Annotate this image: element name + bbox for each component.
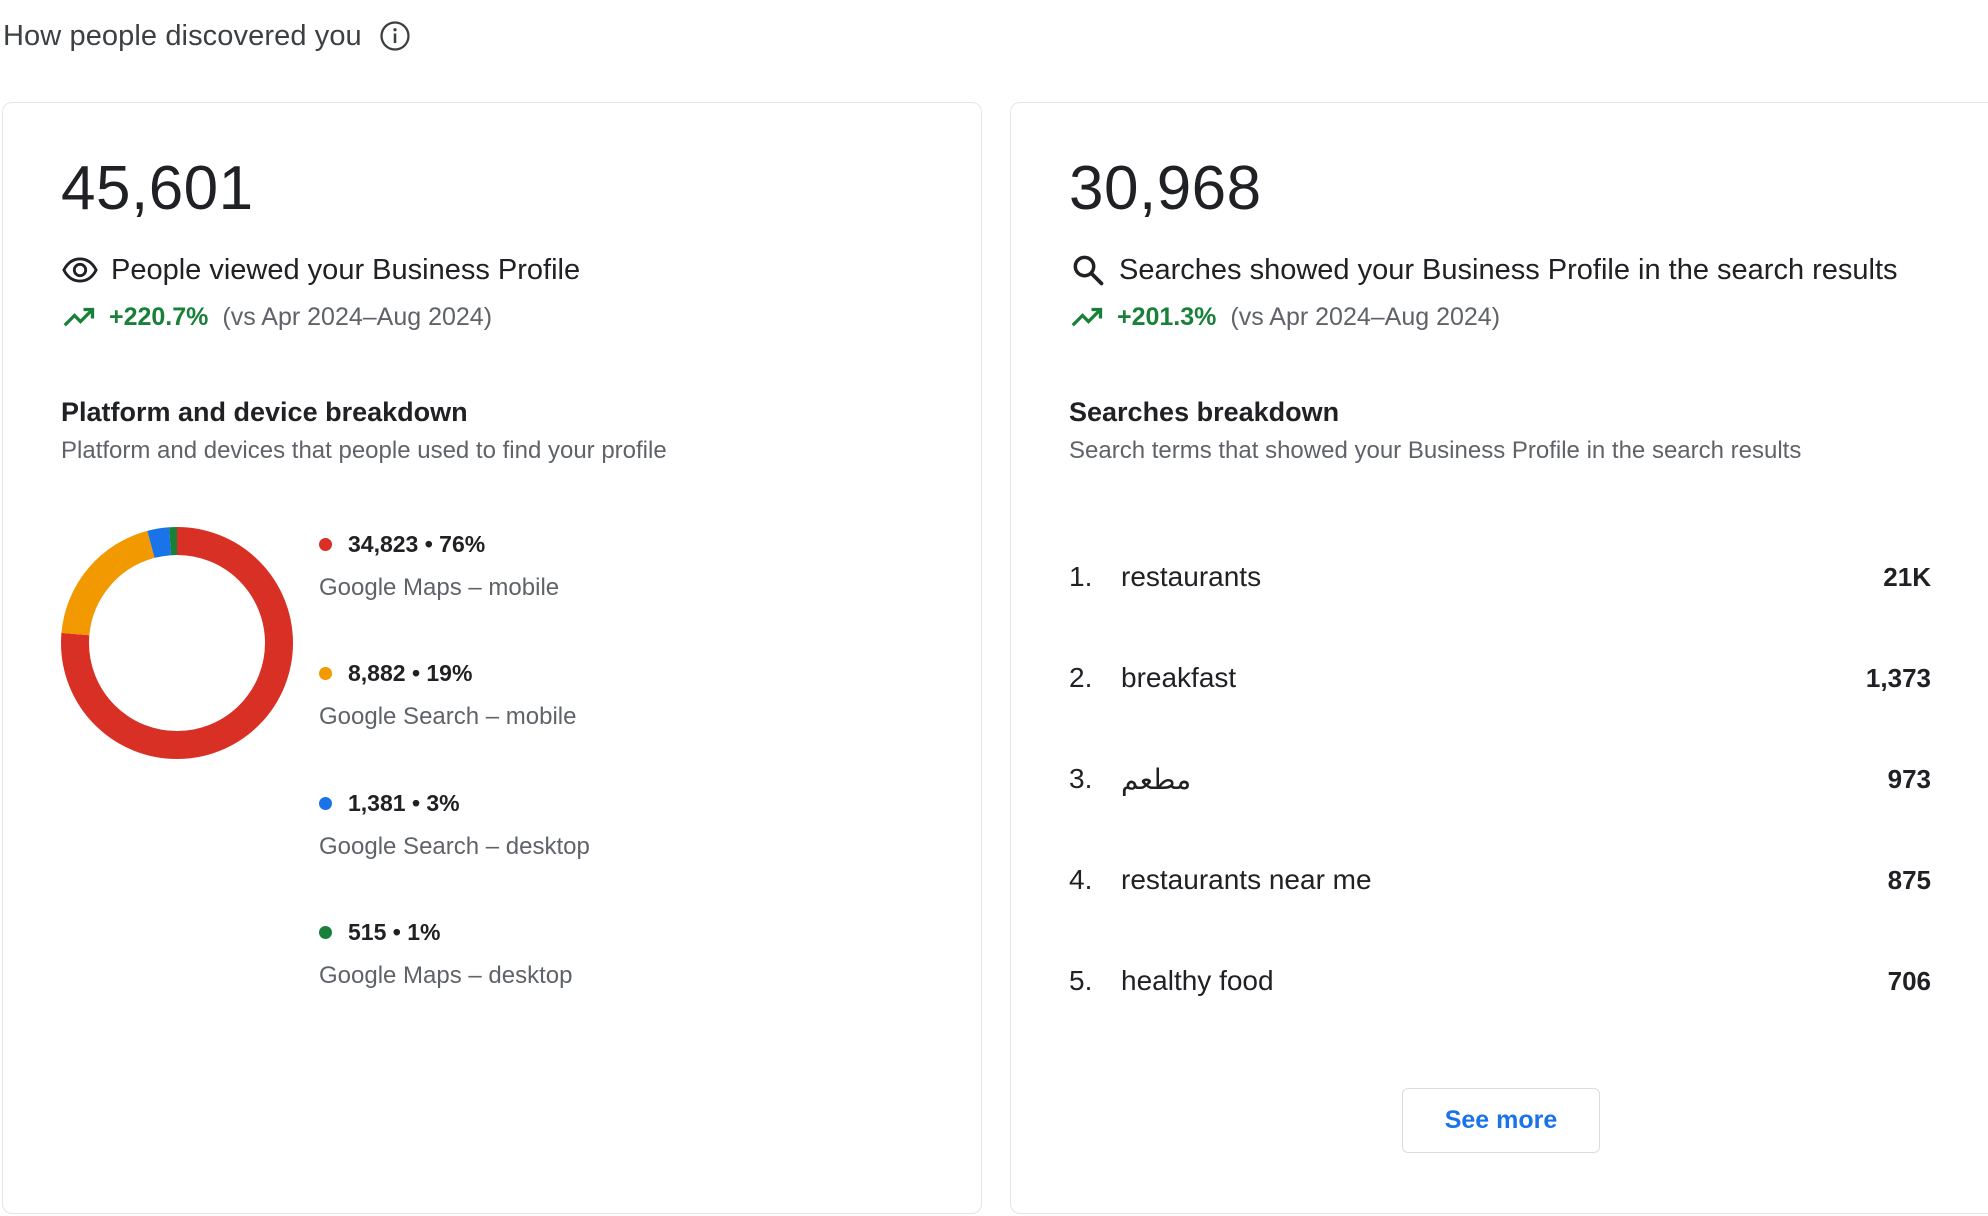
search-count: 21K <box>1883 561 1931 592</box>
search-term-row: 2. breakfast 1,373 <box>1069 658 1931 698</box>
searches-trend: +201.3% (vs Apr 2024–Aug 2024) <box>1069 299 1500 335</box>
section-header: How people discovered you <box>3 14 412 58</box>
search-icon <box>1069 251 1107 289</box>
searches-trend-pct: +201.3% <box>1117 302 1217 331</box>
legend-value: 8,882 • 19% <box>348 660 473 686</box>
views-trend-compare: (vs Apr 2024–Aug 2024) <box>222 302 493 331</box>
legend-dot <box>319 538 332 551</box>
legend-value: 1,381 • 3% <box>348 790 460 816</box>
searches-total: 30,968 <box>1069 154 1262 223</box>
searches-breakdown-title: Searches breakdown <box>1069 397 1340 427</box>
search-term-row: 3. مطعم 973 <box>1069 759 1931 799</box>
legend-label: Google Maps – mobile <box>319 574 560 601</box>
legend-label: Google Search – mobile <box>319 703 577 730</box>
search-term-row: 1. restaurants 21K <box>1069 557 1931 597</box>
views-card: 45,601 People viewed your Business Profi… <box>2 102 982 1214</box>
search-rank: 1. <box>1069 561 1093 592</box>
search-count: 875 <box>1887 864 1931 895</box>
legend-value: 34,823 • 76% <box>348 531 486 557</box>
search-term: restaurants near me <box>1121 864 1372 895</box>
platform-breakdown-title: Platform and device breakdown <box>61 397 468 427</box>
trending-up-icon <box>61 299 97 335</box>
see-more-button[interactable]: See more <box>1402 1088 1600 1153</box>
views-metric-label: People viewed your Business Profile <box>111 253 581 286</box>
legend-item-search-desktop: 1,381 • 3% Google Search – desktop <box>319 790 590 861</box>
search-term: restaurants <box>1121 561 1262 592</box>
search-count: 973 <box>1887 763 1931 794</box>
searches-metric-label: Searches showed your Business Profile in… <box>1119 253 1898 286</box>
views-trend: +220.7% (vs Apr 2024–Aug 2024) <box>61 299 492 335</box>
searches-card: 30,968 Searches showed your Business Pro… <box>1010 102 1988 1214</box>
section-title: How people discovered you <box>3 19 362 52</box>
search-rank: 4. <box>1069 864 1093 895</box>
legend-dot <box>319 797 332 810</box>
search-term-row: 4. restaurants near me 875 <box>1069 860 1931 900</box>
legend-value: 515 • 1% <box>348 919 441 945</box>
search-rank: 2. <box>1069 662 1093 693</box>
search-rank: 3. <box>1069 763 1093 794</box>
searches-trend-compare: (vs Apr 2024–Aug 2024) <box>1230 302 1501 331</box>
legend-item-maps-desktop: 515 • 1% Google Maps – desktop <box>319 919 573 990</box>
legend-dot <box>319 667 332 680</box>
info-icon[interactable] <box>378 19 412 53</box>
platform-donut-chart <box>61 527 293 759</box>
search-term: healthy food <box>1121 965 1274 996</box>
legend-item-maps-mobile: 34,823 • 76% Google Maps – mobile <box>319 531 559 602</box>
views-metric: People viewed your Business Profile <box>61 251 580 289</box>
search-count: 1,373 <box>1865 662 1931 693</box>
legend-label: Google Maps – desktop <box>319 962 573 989</box>
search-term-row: 5. healthy food 706 <box>1069 961 1931 1001</box>
search-term: مطعم <box>1121 763 1192 795</box>
searches-metric: Searches showed your Business Profile in… <box>1069 251 1898 289</box>
platform-breakdown-desc: Platform and devices that people used to… <box>61 437 667 464</box>
searches-breakdown-desc: Search terms that showed your Business P… <box>1069 437 1802 464</box>
eye-icon <box>61 251 99 289</box>
search-count: 706 <box>1887 965 1931 996</box>
search-rank: 5. <box>1069 965 1093 996</box>
views-trend-pct: +220.7% <box>109 302 209 331</box>
legend-item-search-mobile: 8,882 • 19% Google Search – mobile <box>319 660 576 731</box>
search-term: breakfast <box>1121 662 1237 693</box>
legend-label: Google Search – desktop <box>319 833 590 860</box>
views-total: 45,601 <box>61 154 254 223</box>
legend-dot <box>319 926 332 939</box>
trending-up-icon <box>1069 299 1105 335</box>
